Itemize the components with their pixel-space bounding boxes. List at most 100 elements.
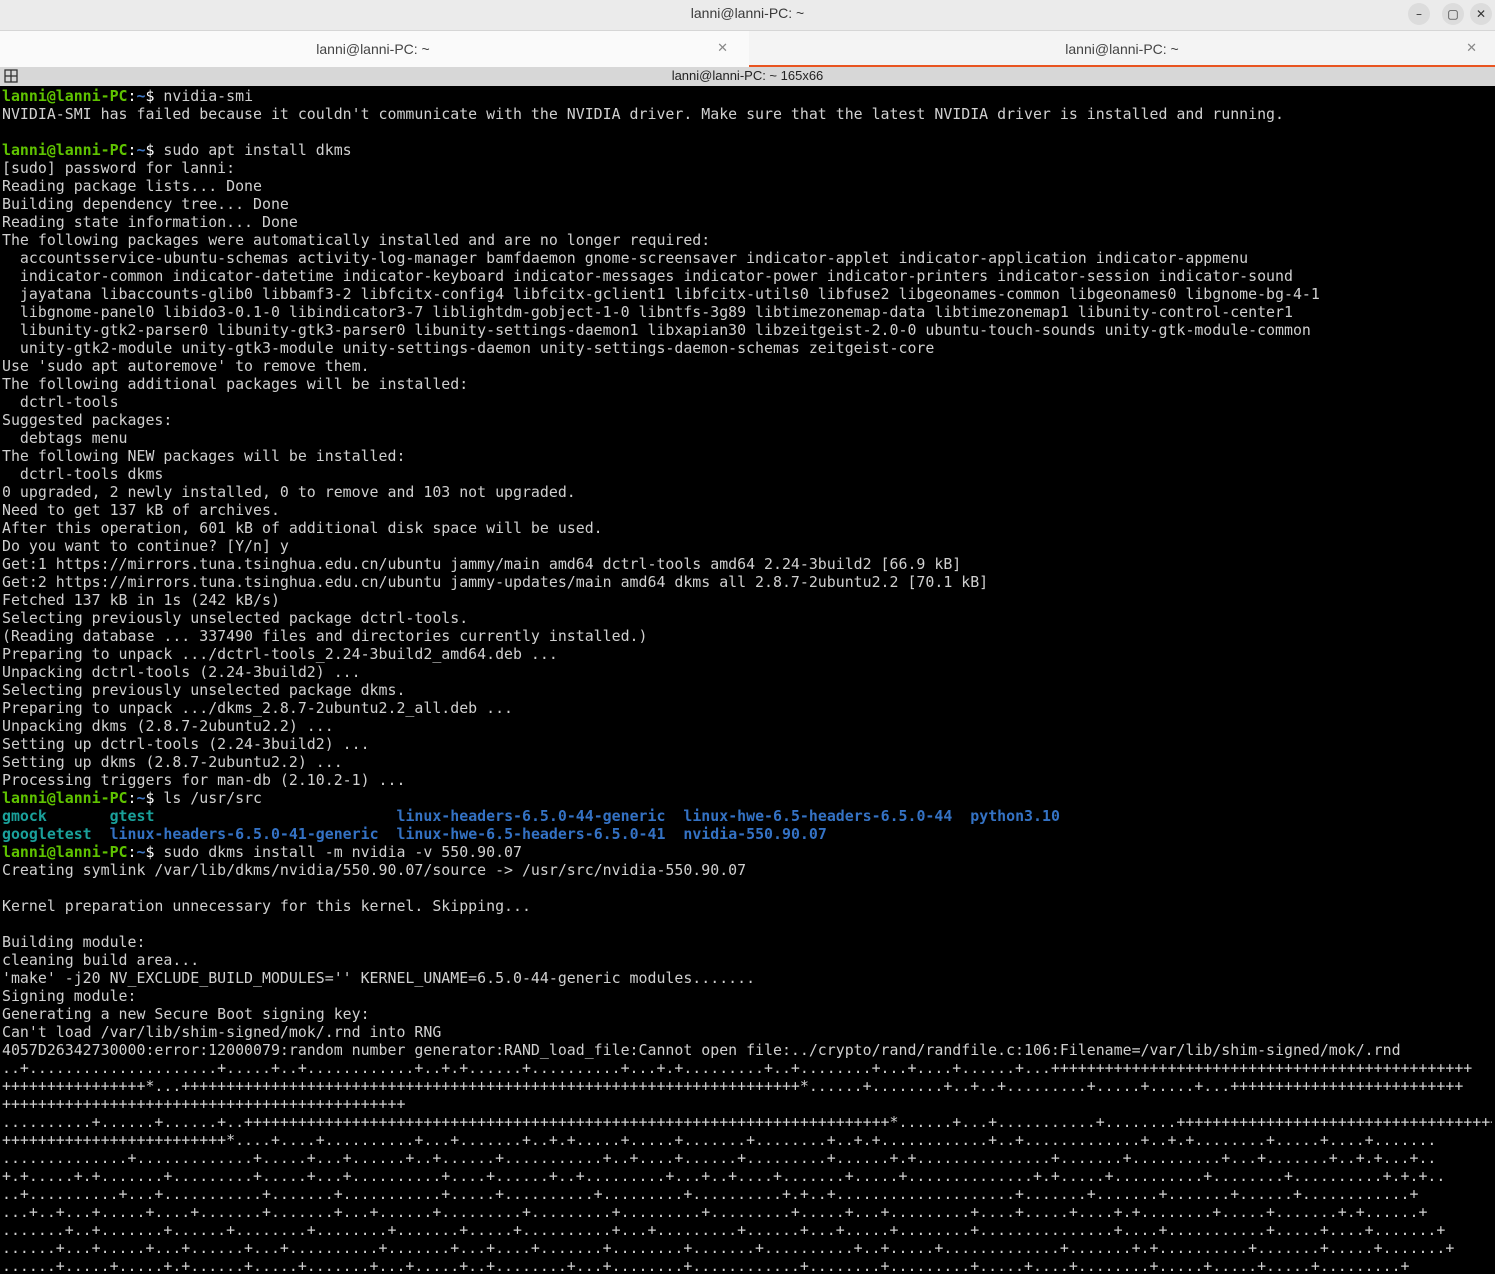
tab-bar: lanni@lanni-PC: ~ ✕ lanni@lanni-PC: ~ ✕ [0,31,1495,68]
output-line: +.+.....+.+.......+.........+.....+...+.… [2,1167,1446,1185]
output-line: The following packages were automaticall… [2,231,711,249]
output-line: Suggested packages: [2,411,173,429]
output-line: indicator-common indicator-datetime indi… [2,267,1293,285]
output-line: Creating symlink /var/lib/dkms/nvidia/55… [2,861,747,879]
output-line: +++++++++++++++++++++++++*....+....+....… [2,1131,1437,1149]
prompt-line: lanni@lanni-PC:~$ nvidia-smi [2,87,1492,105]
output-line: Do you want to continue? [Y/n] y [2,537,289,555]
output-line: Setting up dctrl-tools (2.24-3build2) ..… [2,735,370,753]
command-text: sudo apt install dkms [154,141,352,159]
prompt-user: lanni@lanni-PC [2,141,128,159]
output-line: jayatana libaccounts-glib0 libbamf3-2 li… [2,285,1320,303]
prompt-line: lanni@lanni-PC:~$ ls /usr/src [2,789,1492,807]
output-line: ..............+.............+.....+...+.… [2,1149,1437,1167]
terminal-header: lanni@lanni-PC: ~ 165x66 [0,67,1495,86]
output-line: dctrl-tools [2,393,119,411]
prompt-line: lanni@lanni-PC:~$ sudo apt install dkms [2,141,1492,159]
output-line: Can't load /var/lib/shim-signed/mok/.rnd… [2,1023,442,1041]
output-line: NVIDIA-SMI has failed because it couldn'… [2,105,1284,123]
output-line: ..+..........+...+...........+.......+..… [2,1185,1419,1203]
output-line: Unpacking dctrl-tools (2.24-3build2) ... [2,663,361,681]
prompt-user: lanni@lanni-PC [2,789,128,807]
output-line: Reading state information... Done [2,213,298,231]
output-line: Preparing to unpack .../dctrl-tools_2.24… [2,645,558,663]
output-line: [sudo] password for lanni: [2,159,236,177]
tab-label: lanni@lanni-PC: ~ [1065,41,1179,57]
output-line: Get:1 https://mirrors.tuna.tsinghua.edu.… [2,555,962,573]
output-line: Selecting previously unselected package … [2,681,406,699]
output-line: ......+.....+.....+.+......+.....+......… [2,1257,1410,1274]
directory-entry: googletest [2,825,92,843]
output-line: Preparing to unpack .../dkms_2.8.7-2ubun… [2,699,514,717]
output-line: Get:2 https://mirrors.tuna.tsinghua.edu.… [2,573,989,591]
output-line: 'make' -j20 NV_EXCLUDE_BUILD_MODULES='' … [2,969,756,987]
output-line: ++++++++++++++++*...++++++++++++++++++++… [2,1077,1464,1095]
output-line: Building dependency tree... Done [2,195,289,213]
output-line: Generating a new Secure Boot signing key… [2,1005,370,1023]
directory-entry: nvidia-550.90.07 [683,825,827,843]
output-line: ++++++++++++++++++++++++++++++++++++++++… [2,1095,406,1113]
output-line: Selecting previously unselected package … [2,609,469,627]
window-titlebar: lanni@lanni-PC: ~ – ▢ ✕ [0,0,1495,31]
maximize-button[interactable]: ▢ [1442,3,1464,25]
output-line: 0 upgraded, 2 newly installed, 0 to remo… [2,483,576,501]
window-title: lanni@lanni-PC: ~ [690,5,805,21]
output-line: ..+.....................+.....+..+......… [2,1059,1473,1077]
prompt-user: lanni@lanni-PC [2,87,128,105]
terminal-output[interactable]: lanni@lanni-PC:~$ nvidia-smi NVIDIA-SMI h… [2,87,1492,1274]
minimize-button[interactable]: – [1408,3,1430,25]
output-line: Building module: [2,933,146,951]
tab-terminal-2[interactable]: lanni@lanni-PC: ~ ✕ [749,31,1495,67]
output-line: Setting up dkms (2.8.7-2ubuntu2.2) ... [2,753,343,771]
output-line: The following NEW packages will be insta… [2,447,406,465]
tab-label: lanni@lanni-PC: ~ [316,41,430,57]
output-line: The following additional packages will b… [2,375,469,393]
directory-entry: linux-hwe-6.5-headers-6.5.0-44 [683,807,953,825]
output-line: Fetched 137 kB in 1s (242 kB/s) [2,591,280,609]
prompt-user: lanni@lanni-PC [2,843,128,861]
output-line: unity-gtk2-module unity-gtk3-module unit… [2,339,935,357]
output-line: Need to get 137 kB of archives. [2,501,280,519]
ls-output-line: googletest linux-headers-6.5.0-41-generi… [2,825,1492,843]
directory-entry: linux-headers-6.5.0-44-generic [396,807,666,825]
directory-entry: gtest [109,807,397,825]
command-text: sudo dkms install -m nvidia -v 550.90.07 [154,843,522,861]
output-line: ..........+......+......+..+++++++++++++… [2,1113,1492,1131]
output-line: dctrl-tools dkms [2,465,164,483]
close-button[interactable]: ✕ [1470,3,1492,25]
prompt-line: lanni@lanni-PC:~$ sudo dkms install -m n… [2,843,1492,861]
tab-close-icon[interactable]: ✕ [1466,40,1477,56]
output-line: Processing triggers for man-db (2.10.2-1… [2,771,406,789]
output-line: libunity-gtk2-parser0 libunity-gtk3-pars… [2,321,1311,339]
tab-close-icon[interactable]: ✕ [717,40,728,56]
output-line: cleaning build area... [2,951,200,969]
directory-entry: python3.10 [970,807,1060,825]
output-line: Kernel preparation unnecessary for this … [2,897,531,915]
output-line: accountsservice-ubuntu-schemas activity-… [2,249,1249,267]
command-text: nvidia-smi [154,87,254,105]
ls-output-line: gmock gtest linux-headers-6.5.0-44-gener… [2,807,1492,825]
output-line: .......+..+.......+......+........+.....… [2,1221,1446,1239]
output-line: Reading package lists... Done [2,177,262,195]
output-line: Signing module: [2,987,137,1005]
output-line: Use 'sudo apt autoremove' to remove them… [2,357,370,375]
directory-entry: linux-headers-6.5.0-41-generic [109,825,379,843]
output-line: ...+..+...+.....+....+.......+.......+..… [2,1203,1428,1221]
output-line: After this operation, 601 kB of addition… [2,519,603,537]
tab-terminal-1[interactable]: lanni@lanni-PC: ~ ✕ [0,31,746,67]
command-text: ls /usr/src [154,789,263,807]
output-line: 4057D26342730000:error:12000079:random n… [2,1041,1401,1059]
output-line: libgnome-panel0 libido3-0.1-0 libindicat… [2,303,1293,321]
output-line: Unpacking dkms (2.8.7-2ubuntu2.2) ... [2,717,334,735]
directory-entry: linux-hwe-6.5-headers-6.5.0-41 [396,825,666,843]
output-line: (Reading database ... 337490 files and d… [2,627,648,645]
directory-entry: gmock [2,807,110,825]
